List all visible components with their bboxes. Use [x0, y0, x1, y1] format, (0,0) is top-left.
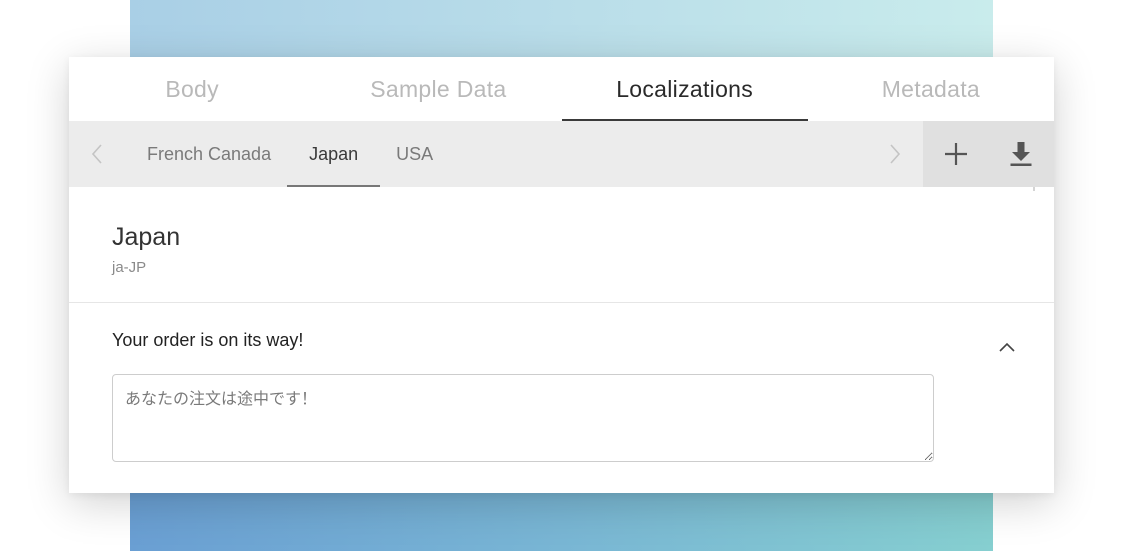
tab-sample-data[interactable]: Sample Data [315, 57, 561, 121]
tab-body[interactable]: Body [69, 57, 315, 121]
tab-metadata[interactable]: Metadata [808, 57, 1054, 121]
locale-tab-bar: French Canada Japan USA [69, 121, 1054, 187]
source-string-label: Your order is on its way! [112, 330, 304, 350]
scrollbar-indicator [1033, 187, 1035, 191]
locale-tab-usa[interactable]: USA [380, 121, 449, 187]
locale-tab-french-canada[interactable]: French Canada [131, 121, 287, 187]
background-gradient-top [130, 0, 993, 60]
background-gradient-bottom [130, 490, 993, 551]
chevron-left-icon[interactable] [83, 121, 111, 187]
plus-icon [944, 143, 967, 165]
locale-tab-japan[interactable]: Japan [287, 121, 381, 187]
download-icon [1010, 142, 1031, 166]
collapse-entry-button[interactable] [993, 333, 1021, 361]
locale-title: Japan [112, 223, 181, 251]
add-locale-button[interactable] [923, 121, 988, 187]
main-tab-bar: Body Sample Data Localizations Metadata [69, 57, 1054, 121]
locale-tabs: French Canada Japan USA [131, 121, 449, 187]
download-button[interactable] [988, 121, 1053, 187]
locale-code: ja-JP [112, 259, 147, 276]
string-entry: Your order is on its way! あなたの注文は途中です！ [69, 303, 1054, 493]
locale-header: Japan ja-JP [69, 187, 1054, 303]
chevron-up-icon [999, 342, 1015, 352]
tab-localizations[interactable]: Localizations [561, 57, 809, 121]
screenshot-stage: Body Sample Data Localizations Metadata … [0, 0, 1122, 551]
locale-actions [923, 121, 1054, 187]
localization-editor-card: Body Sample Data Localizations Metadata … [69, 57, 1054, 493]
translation-input[interactable]: あなたの注文は途中です！ [112, 374, 934, 462]
chevron-right-icon[interactable] [881, 121, 909, 187]
